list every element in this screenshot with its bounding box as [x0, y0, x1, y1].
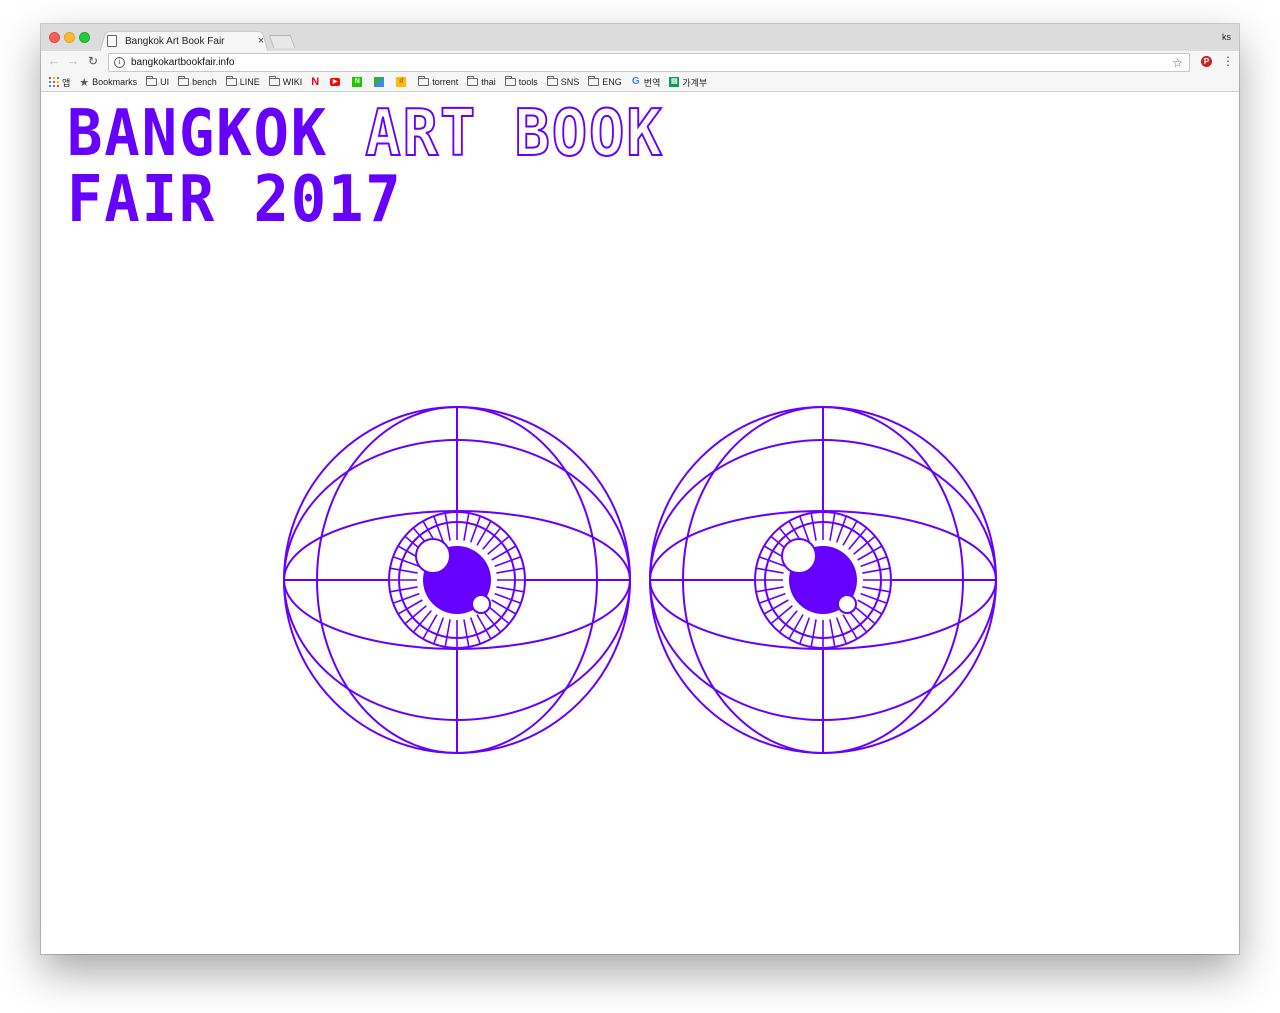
folder-icon — [467, 76, 479, 86]
bookmark-translate[interactable]: G 번역 — [631, 76, 660, 89]
star-icon: ★ — [79, 76, 90, 89]
browser-window: Bangkok Art Book Fair × ks ← → ↻ i bangk… — [41, 24, 1239, 954]
tab-title: Bangkok Art Book Fair — [125, 35, 225, 47]
highlight-small — [471, 594, 491, 614]
bookmark-analytics[interactable]: ıl — [396, 77, 409, 87]
maximize-window-button[interactable] — [79, 32, 90, 43]
tab-bar: Bangkok Art Book Fair × ks — [41, 24, 1239, 53]
bookmark-bookmarks[interactable]: ★ Bookmarks — [79, 76, 137, 89]
bookmark-ui[interactable]: UI — [146, 76, 169, 87]
bookmark-youtube[interactable]: ▶ — [330, 78, 343, 86]
sheets-icon: ▤ — [669, 77, 680, 87]
web-page-content: BANGKOK ART BOOK FAIR 2017 — [41, 93, 1239, 954]
bookmark-star-icon[interactable]: ☆ — [1172, 56, 1183, 70]
document-icon — [107, 35, 117, 47]
bookmark-line[interactable]: LINE — [225, 76, 260, 87]
netflix-icon: N — [311, 76, 320, 88]
tab-close-icon[interactable]: × — [255, 35, 267, 47]
kebab-menu-icon[interactable]: ⋮ — [1222, 54, 1234, 68]
google-icon: G — [631, 76, 640, 87]
folder-icon — [504, 76, 516, 86]
eyes-illustration — [283, 406, 997, 754]
close-window-button[interactable] — [49, 32, 60, 43]
youtube-icon: ▶ — [330, 78, 341, 86]
info-icon[interactable]: i — [114, 57, 125, 68]
toolbar: ← → ↻ i bangkokartbookfair.info ☆ P ⋮ — [41, 51, 1239, 73]
folder-icon — [418, 76, 430, 86]
pinterest-icon[interactable]: P — [1201, 56, 1212, 67]
folder-icon — [225, 76, 237, 86]
bookmarks-bar: 앱 ★ Bookmarks UI bench LINE WIKI N ▶ N ı… — [41, 73, 1239, 92]
tab-bangkok-art-book-fair[interactable]: Bangkok Art Book Fair × — [107, 32, 267, 50]
bookmark-sns[interactable]: SNS — [546, 76, 579, 87]
back-arrow-icon[interactable]: ← — [47, 54, 61, 68]
analytics-icon: ıl — [396, 77, 407, 87]
bookmark-thai[interactable]: thai — [467, 76, 496, 87]
bookmark-netflix[interactable]: N — [311, 76, 321, 88]
bookmark-wiki[interactable]: WIKI — [268, 76, 302, 87]
folder-icon — [178, 76, 190, 86]
minimize-window-button[interactable] — [64, 32, 75, 43]
folder-icon — [588, 76, 600, 86]
apps-grid-icon — [49, 77, 59, 87]
highlight-large — [415, 538, 451, 574]
folder-icon — [268, 76, 280, 86]
left-eye-globe — [283, 406, 631, 754]
right-eye-globe — [649, 406, 997, 754]
bookmark-apps[interactable]: 앱 — [49, 76, 70, 89]
naver-icon: N — [352, 77, 363, 87]
reload-icon[interactable]: ↻ — [86, 54, 100, 68]
bookmark-tools[interactable]: tools — [504, 76, 538, 87]
bookmark-eng[interactable]: ENG — [588, 76, 622, 87]
bookmark-naver[interactable]: N — [352, 77, 365, 87]
url-text[interactable]: bangkokartbookfair.info — [131, 57, 1172, 68]
bookmark-bench[interactable]: bench — [178, 76, 217, 87]
bookmark-maps[interactable] — [374, 77, 387, 87]
forward-arrow-icon[interactable]: → — [66, 54, 80, 68]
bookmark-budget[interactable]: ▤ 가계부 — [669, 76, 707, 89]
maps-icon — [374, 77, 385, 87]
profile-name[interactable]: ks — [1222, 32, 1231, 42]
new-tab-button[interactable] — [268, 35, 296, 48]
address-bar[interactable]: i bangkokartbookfair.info ☆ — [108, 53, 1190, 72]
folder-icon — [546, 76, 558, 86]
folder-icon — [146, 76, 158, 86]
highlight-large — [781, 538, 817, 574]
highlight-small — [837, 594, 857, 614]
bookmark-torrent[interactable]: torrent — [418, 76, 458, 87]
